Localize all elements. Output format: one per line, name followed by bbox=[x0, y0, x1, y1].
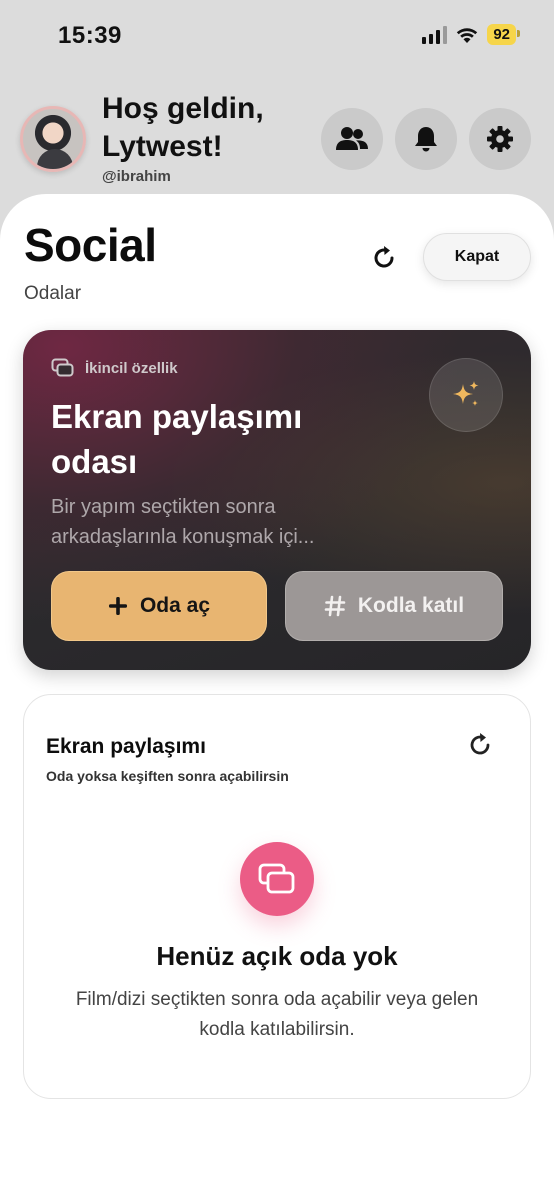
sparkle-badge bbox=[429, 358, 503, 432]
empty-state-description: Film/dizi seçtikten sonra oda açabilir v… bbox=[75, 989, 479, 1040]
join-with-code-button[interactable]: Kodla katıl bbox=[285, 571, 503, 641]
screens-icon bbox=[51, 358, 74, 377]
social-sheet: Social Odalar Kapat İkincil özellik Ekra… bbox=[0, 194, 554, 1199]
screen-share-rooms-card: Ekran paylaşımı Oda yoksa keşiften sonra… bbox=[23, 694, 531, 1099]
sparkle-icon bbox=[453, 381, 479, 406]
close-button[interactable]: Kapat bbox=[423, 233, 531, 281]
refresh-icon[interactable] bbox=[370, 244, 398, 272]
page-subtitle: Odalar bbox=[24, 283, 82, 304]
battery-icon: 92 bbox=[487, 24, 520, 45]
greeting-label: Hoş geldin, Lytwest! bbox=[102, 92, 264, 163]
greeting-text: Hoş geldin, Lytwest! bbox=[102, 90, 302, 166]
hero-description: Bir yapım seçtikten sonra arkadaşlarınla… bbox=[51, 496, 315, 548]
signal-icon bbox=[422, 25, 448, 44]
username: @ibrahim bbox=[102, 168, 171, 185]
friends-button[interactable] bbox=[321, 108, 383, 170]
screen-share-hero-card: İkincil özellik Ekran paylaşımı odası Bi… bbox=[23, 330, 531, 670]
status-time: 15:39 bbox=[58, 22, 122, 49]
screens-icon bbox=[258, 863, 295, 894]
rooms-title: Ekran paylaşımı bbox=[46, 735, 206, 758]
hash-icon bbox=[324, 595, 346, 617]
join-with-code-label: Kodla katıl bbox=[357, 594, 465, 617]
feature-tag-label: İkincil özellik bbox=[85, 359, 178, 377]
bell-icon bbox=[415, 127, 437, 152]
hero-title: Ekran paylaşımı odası bbox=[51, 398, 303, 480]
rooms-subtitle: Oda yoksa keşiften sonra açabilirsin bbox=[46, 768, 289, 784]
avatar[interactable] bbox=[20, 106, 86, 172]
settings-button[interactable] bbox=[469, 108, 531, 170]
friends-icon bbox=[336, 127, 368, 150]
feature-tag: İkincil özellik bbox=[51, 358, 178, 378]
welcome-header: Hoş geldin, Lytwest! @ibrahim bbox=[0, 90, 554, 190]
notifications-button[interactable] bbox=[395, 108, 457, 170]
status-bar: 15:39 92 bbox=[0, 0, 554, 70]
open-room-button[interactable]: Oda aç bbox=[51, 571, 267, 641]
wifi-icon bbox=[457, 27, 478, 43]
gear-icon bbox=[487, 126, 513, 152]
page-title: Social bbox=[24, 219, 157, 271]
status-icons: 92 bbox=[422, 24, 520, 45]
open-room-label: Oda aç bbox=[139, 594, 211, 617]
empty-state-badge bbox=[240, 842, 314, 916]
plus-icon bbox=[108, 597, 127, 615]
rooms-refresh-icon[interactable] bbox=[466, 731, 494, 759]
empty-state-title: Henüz açık oda yok bbox=[156, 941, 398, 971]
